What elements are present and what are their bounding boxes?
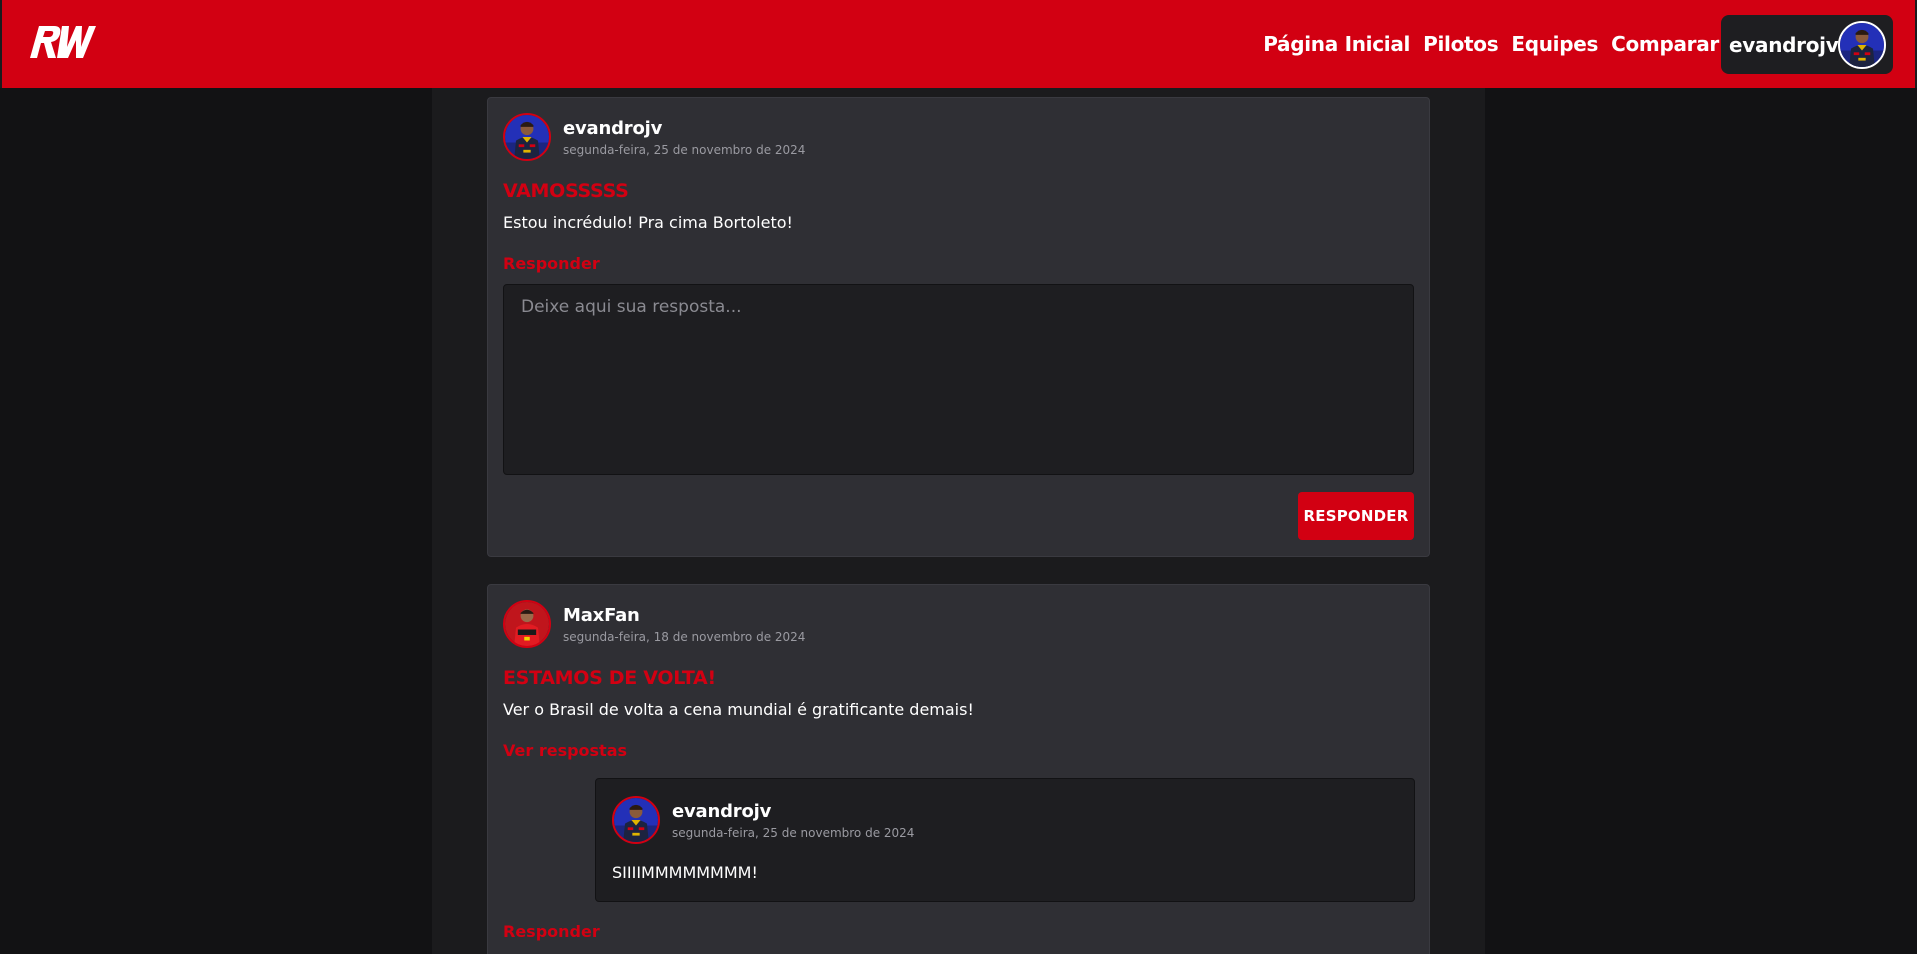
user-avatar-icon: [1838, 20, 1887, 69]
reply-toggle-link[interactable]: Responder: [503, 922, 600, 941]
submit-reply-button[interactable]: RESPONDER: [1298, 492, 1414, 540]
post-date: segunda-feira, 18 de novembro de 2024: [563, 629, 806, 644]
user-menu-button[interactable]: evandrojv: [1721, 15, 1893, 74]
rw-logo-icon: RW: [24, 20, 96, 58]
reply-toggle-link[interactable]: Responder: [503, 254, 600, 273]
author-name[interactable]: evandrojv: [563, 118, 805, 139]
author-avatar-icon[interactable]: [503, 113, 551, 161]
reply-author-avatar-icon[interactable]: [612, 796, 660, 844]
main-nav: Página Inicial Pilotos Equipes Comparar: [1263, 0, 1719, 88]
rw-logo[interactable]: RW: [24, 20, 100, 62]
reply-input[interactable]: [503, 284, 1414, 475]
logo-text: RW: [24, 20, 26, 21]
nav-link-pilotos[interactable]: Pilotos: [1423, 32, 1499, 56]
post-date: segunda-feira, 25 de novembro de 2024: [563, 142, 806, 157]
reply-card: evandrojv segunda-feira, 25 de novembro …: [595, 778, 1415, 902]
nav-link-comparar[interactable]: Comparar: [1611, 32, 1719, 56]
post-body: Estou incrédulo! Pra cima Bortoleto!: [503, 213, 793, 232]
nav-link-equipes[interactable]: Equipes: [1511, 32, 1598, 56]
post-author-row: MaxFan segunda-feira, 18 de novembro de …: [503, 600, 805, 648]
top-navbar: RW Página Inicial Pilotos Equipes Compar…: [0, 0, 1917, 88]
user-chip-name: evandrojv: [1729, 32, 1839, 57]
post-body: Ver o Brasil de volta a cena mundial é g…: [503, 700, 974, 719]
reply-date: segunda-feira, 25 de novembro de 2024: [672, 825, 915, 840]
post-card: MaxFan segunda-feira, 18 de novembro de …: [487, 584, 1430, 954]
author-avatar-icon[interactable]: [503, 600, 551, 648]
reply-author-row: evandrojv segunda-feira, 25 de novembro …: [612, 796, 914, 844]
reply-author-name[interactable]: evandrojv: [672, 801, 914, 822]
author-name[interactable]: MaxFan: [563, 605, 805, 626]
post-author-row: evandrojv segunda-feira, 25 de novembro …: [503, 113, 805, 161]
reply-text: SIIIIMMMMMMMM!: [612, 863, 758, 882]
post-card: evandrojv segunda-feira, 25 de novembro …: [487, 97, 1430, 557]
post-title: ESTAMOS DE VOLTA!: [503, 667, 716, 689]
view-replies-link[interactable]: Ver respostas: [503, 741, 627, 760]
nav-link-home[interactable]: Página Inicial: [1263, 32, 1410, 56]
post-title: VAMOSSSSS: [503, 180, 629, 202]
